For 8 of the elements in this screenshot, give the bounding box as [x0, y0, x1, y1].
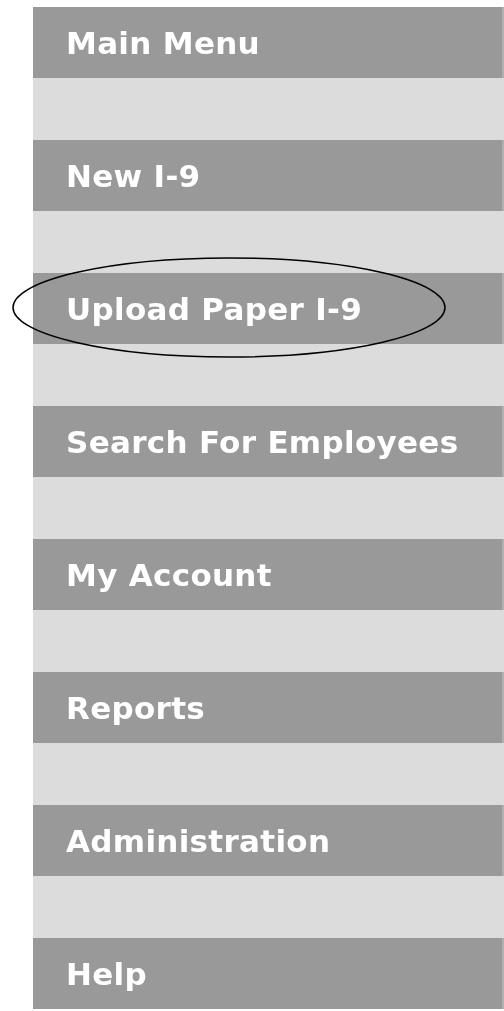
menu-item[interactable]: Main Menu — [33, 7, 504, 78]
menu-item[interactable]: Administration — [33, 805, 504, 876]
menu-item[interactable]: New I-9 — [33, 140, 504, 211]
menu-item[interactable]: Upload Paper I-9 — [33, 273, 504, 344]
menu-item[interactable]: Help — [33, 938, 504, 1009]
menu-item[interactable]: Search For Employees — [33, 406, 504, 477]
menu-item[interactable]: Reports — [33, 672, 504, 743]
menu-item[interactable]: My Account — [33, 539, 504, 610]
